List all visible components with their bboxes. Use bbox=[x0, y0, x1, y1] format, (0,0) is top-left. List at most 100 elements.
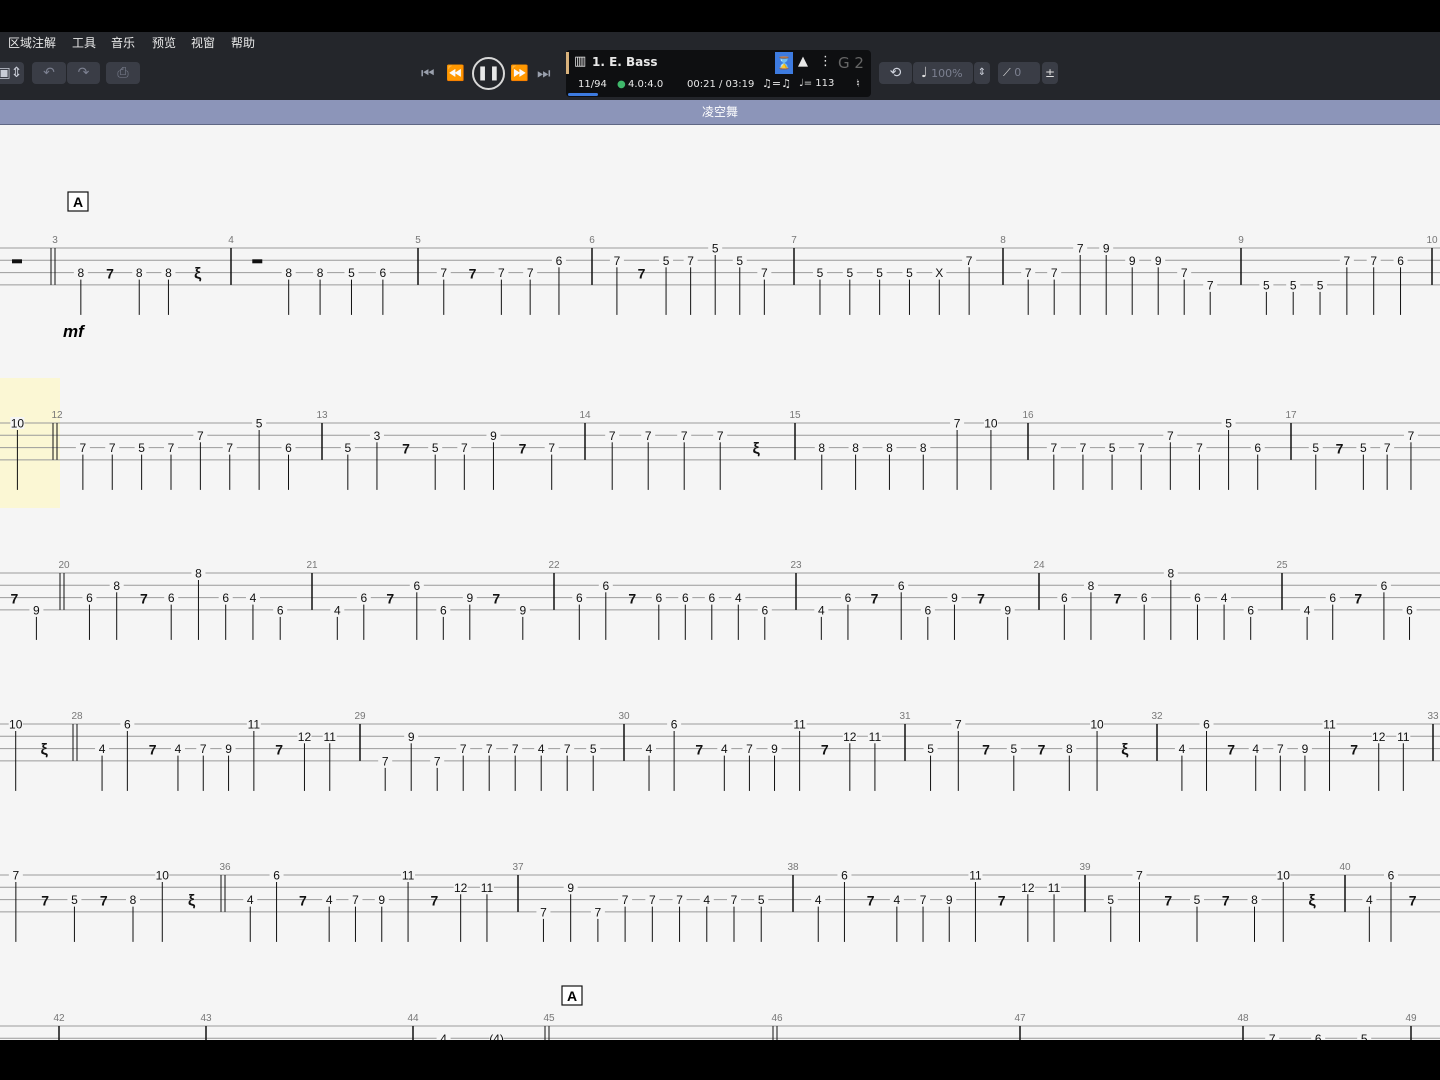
fret-number: 4 bbox=[818, 603, 825, 617]
fret-number: 6 bbox=[671, 718, 678, 732]
rehearsal-mark: A bbox=[567, 988, 577, 1004]
eighth-rest: 7 bbox=[871, 591, 879, 607]
fret-number: 7 bbox=[1269, 1032, 1276, 1040]
lead-fret-number: 9 bbox=[33, 603, 40, 617]
menu-tools[interactable]: 工具 bbox=[72, 34, 96, 51]
fret-number: 5 bbox=[758, 893, 765, 907]
eighth-rest: 7 bbox=[299, 893, 307, 909]
fret-number: 5 bbox=[348, 266, 355, 280]
fret-number: 5 bbox=[1317, 278, 1324, 292]
menu-preview[interactable]: 预览 bbox=[152, 34, 176, 51]
eighth-rest: 7 bbox=[1164, 893, 1172, 909]
print-button[interactable]: ⎙ bbox=[106, 62, 140, 84]
eighth-rest: 7 bbox=[628, 591, 636, 607]
quarter-rest: ξ bbox=[1308, 893, 1316, 910]
undo-button[interactable]: ↶ bbox=[32, 62, 66, 84]
fret-number: 8 bbox=[852, 441, 859, 455]
fret-number: 7 bbox=[382, 754, 389, 768]
fret-number: 7 bbox=[434, 754, 441, 768]
menu-music[interactable]: 音乐 bbox=[111, 34, 135, 51]
speed-stepper[interactable]: ⇕ bbox=[974, 62, 990, 84]
quarter-rest: ξ bbox=[194, 266, 202, 283]
eighth-rest: 7 bbox=[469, 266, 477, 282]
eighth-rest: 7 bbox=[821, 742, 829, 758]
measure-number: 3 bbox=[52, 235, 58, 246]
eighth-rest: 7 bbox=[275, 742, 283, 758]
first-button[interactable]: ⏮ bbox=[421, 62, 435, 84]
fret-number: 12 bbox=[1021, 881, 1035, 895]
redo-button[interactable]: ↷ bbox=[67, 62, 100, 84]
pitch-stepper[interactable]: ± bbox=[1042, 62, 1058, 84]
quarter-rest: ξ bbox=[1121, 742, 1129, 759]
fret-number: 9 bbox=[378, 893, 385, 907]
fret-number: 5 bbox=[1194, 893, 1201, 907]
measure-number: 20 bbox=[58, 560, 70, 571]
measure-number: 4 bbox=[228, 235, 234, 246]
sync-value: 4.0:4.0 bbox=[628, 79, 664, 90]
measure-number: 16 bbox=[1022, 410, 1034, 421]
pause-button[interactable]: ❚❚ bbox=[472, 57, 505, 90]
fret-number: 6 bbox=[168, 591, 175, 605]
measure-number: 38 bbox=[787, 862, 799, 873]
menu-window[interactable]: 视窗 bbox=[191, 34, 215, 51]
tempo-display[interactable]: ♩= 113 bbox=[799, 78, 834, 89]
fret-number: 6 bbox=[602, 579, 609, 593]
measure-number: 45 bbox=[543, 1013, 555, 1024]
fret-number: 4 bbox=[721, 742, 728, 756]
fret-number: 7 bbox=[109, 441, 116, 455]
eighth-rest: 7 bbox=[106, 266, 114, 282]
measure-number: 42 bbox=[53, 1013, 65, 1024]
fret-number: 4 bbox=[1221, 591, 1228, 605]
playback-progress[interactable] bbox=[568, 93, 599, 96]
menu-annotate[interactable]: 区域注解 bbox=[8, 34, 56, 51]
hourglass-button[interactable]: ⌛ bbox=[775, 52, 793, 74]
fret-number: 8 bbox=[317, 266, 324, 280]
fret-number: 6 bbox=[285, 441, 292, 455]
last-button[interactable]: ⏭ bbox=[537, 62, 551, 84]
hourglass-icon: ⌛ bbox=[776, 56, 792, 70]
fret-number: 7 bbox=[460, 742, 467, 756]
fret-number: 5 bbox=[1225, 417, 1232, 431]
fret-number: 11 bbox=[1397, 730, 1410, 744]
fret-number: 6 bbox=[845, 591, 852, 605]
fret-number: 7 bbox=[717, 429, 724, 443]
menu-help[interactable]: 帮助 bbox=[231, 34, 255, 51]
fret-number: 8 bbox=[886, 441, 893, 455]
forward-button[interactable]: ⏩ bbox=[510, 62, 529, 84]
eighth-rest: 7 bbox=[519, 441, 527, 457]
fret-number: 11 bbox=[869, 730, 882, 744]
fret-number: 7 bbox=[352, 893, 359, 907]
fret-number: 7 bbox=[1051, 266, 1058, 280]
score-area[interactable]: 38788ξ488565777766775755775555X787779997… bbox=[0, 125, 1440, 1040]
measure-number: 36 bbox=[219, 862, 231, 873]
rewind-button[interactable]: ⏪ bbox=[446, 62, 465, 84]
fret-number: 5 bbox=[1109, 441, 1116, 455]
track-name[interactable]: 1. E. Bass bbox=[592, 55, 658, 69]
fret-number: 5 bbox=[663, 254, 670, 268]
fret-number: 4 bbox=[703, 893, 710, 907]
loop-button[interactable]: ⟲ bbox=[879, 62, 912, 84]
metronome-icon[interactable]: ▲ bbox=[798, 54, 808, 69]
eighth-rest: 7 bbox=[386, 591, 394, 607]
more-icon[interactable]: ⋮ bbox=[819, 54, 832, 69]
fret-number: 12 bbox=[454, 881, 468, 895]
fret-number: 5 bbox=[876, 266, 883, 280]
fret-number: 4 bbox=[440, 1032, 447, 1040]
measure-number: 15 bbox=[789, 410, 801, 421]
fret-number: 6 bbox=[556, 254, 563, 268]
key-indicator: G 2 bbox=[838, 54, 864, 72]
measure-number: 5 bbox=[415, 235, 421, 246]
quarter-rest: ξ bbox=[41, 742, 49, 759]
fret-number: 7 bbox=[200, 742, 207, 756]
fret-number: 11 bbox=[248, 718, 261, 732]
fret-number: 4 bbox=[1304, 603, 1311, 617]
swing-indicator[interactable]: ♫=♫ bbox=[762, 77, 791, 90]
fret-number: 12 bbox=[843, 730, 857, 744]
view-mode-dropdown[interactable]: ▣⇕ bbox=[0, 62, 24, 84]
fret-number: 11 bbox=[324, 730, 337, 744]
fret-number: 4 bbox=[815, 893, 822, 907]
eighth-rest: 7 bbox=[100, 893, 108, 909]
speed-field[interactable]: ♩ 100% bbox=[913, 62, 973, 84]
measure-number: 43 bbox=[200, 1013, 212, 1024]
pitch-field[interactable]: ⟋ 0 bbox=[998, 62, 1040, 84]
